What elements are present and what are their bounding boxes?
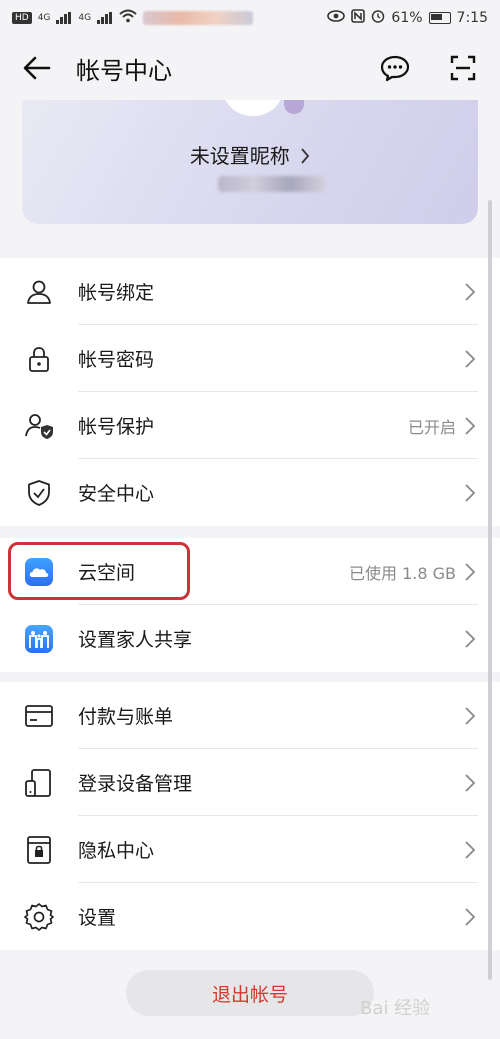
row-label: 安全中心 [78,483,155,505]
wifi-icon [119,9,137,27]
row-value: 已使用 1.8 GB [349,563,456,583]
signal-icon [56,12,72,24]
chevron-right-icon [464,907,478,927]
back-arrow-icon[interactable] [20,51,54,85]
row-account-password[interactable]: 帐号密码 [0,325,500,392]
status-bar: HD 4G 4G 61% 7:15 [0,0,500,36]
account-settings-group: 帐号绑定 帐号密码 帐号保护 已开启 安全中心 [0,258,500,526]
network-type-2: 4G [78,13,92,23]
chevron-right-icon [464,416,478,436]
lock-icon [22,342,56,376]
row-label: 隐私中心 [78,840,155,862]
devices-icon [22,766,56,800]
clock: 7:15 [456,10,488,26]
row-label: 帐号保护 [78,416,155,438]
row-security-center[interactable]: 安全中心 [0,459,500,526]
family-icon [22,622,56,656]
chevron-right-icon [464,773,478,793]
row-settings[interactable]: 设置 [0,883,500,950]
row-label: 设置家人共享 [78,629,193,651]
blurred-account-id [218,176,326,192]
app-header: 帐号中心 [0,36,500,100]
row-label: 设置 [78,907,117,929]
chevron-right-icon [464,282,478,302]
avatar-badge [284,100,304,114]
row-payments[interactable]: 付款与账单 [0,682,500,749]
nickname-link[interactable]: 未设置昵称 [22,140,478,170]
nickname-label: 未设置昵称 [189,144,290,168]
row-account-protection[interactable]: 帐号保护 已开启 [0,392,500,459]
row-label: 帐号绑定 [78,282,155,304]
battery-icon [428,12,451,24]
row-label: 帐号密码 [78,349,155,371]
row-privacy-center[interactable]: 隐私中心 [0,816,500,883]
row-label: 登录设备管理 [78,773,193,795]
highlight-annotation [8,542,190,600]
chevron-right-icon [464,562,478,582]
logout-button[interactable]: 退出帐号 [126,970,374,1016]
blurred-carrier [143,11,254,25]
page-title: 帐号中心 [76,56,172,85]
row-account-binding[interactable]: 帐号绑定 [0,258,500,325]
chevron-right-icon [464,483,478,503]
shield-check-icon [22,476,56,510]
chevron-right-icon [464,706,478,726]
other-settings-group: 付款与账单 登录设备管理 隐私中心 设置 [0,682,500,950]
gear-icon [22,900,56,934]
network-type: 4G [37,13,51,23]
card-icon [22,699,56,733]
row-label: 付款与账单 [78,706,174,728]
profile-card[interactable]: 未设置昵称 [22,100,478,224]
signal-icon-2 [97,12,113,24]
scrollbar[interactable] [488,200,492,980]
row-family-sharing[interactable]: 设置家人共享 [0,605,500,672]
row-value: 已开启 [407,417,456,437]
chevron-right-icon [300,146,310,170]
row-device-management[interactable]: 登录设备管理 [0,749,500,816]
nfc-icon [351,9,366,27]
user-shield-icon [22,409,56,443]
eye-icon [327,10,346,26]
hd-badge: HD [12,12,32,24]
chevron-right-icon [464,349,478,369]
chevron-right-icon [464,840,478,860]
watermark: Bai 经验 [360,998,431,1019]
avatar[interactable] [222,100,284,116]
scan-icon[interactable] [446,51,480,85]
battery-percent: 61% [391,10,423,26]
chevron-right-icon [464,629,478,649]
user-icon [22,275,56,309]
alarm-icon [371,9,385,27]
privacy-icon [22,833,56,867]
message-icon[interactable] [378,51,412,85]
